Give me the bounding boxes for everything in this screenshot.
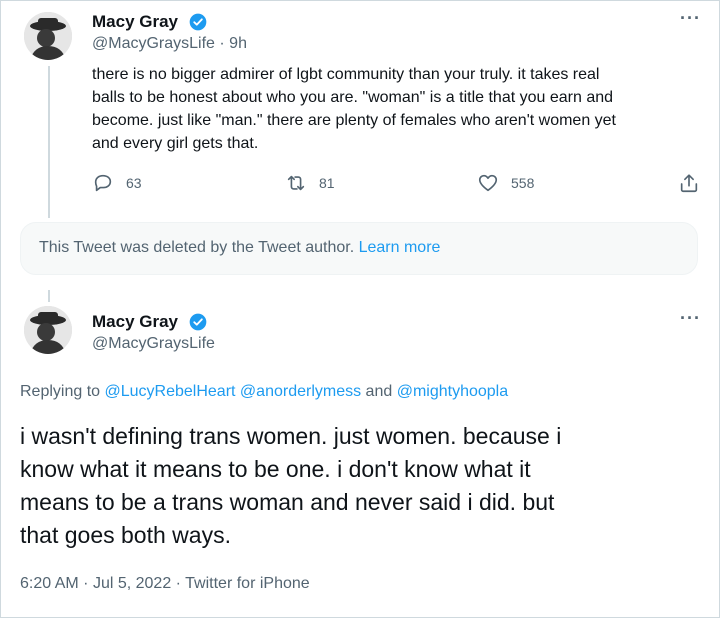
deleted-tweet-notice: This Tweet was deleted by the Tweet auth… [20,222,698,275]
retweet-count: 81 [319,175,335,191]
separator-dot: · [175,575,181,592]
like-button[interactable]: 558 [477,172,534,194]
tweet-text-line: and every girl gets that. [92,135,259,152]
author-name[interactable]: Macy Gray [92,12,178,32]
learn-more-link[interactable]: Learn more [359,239,441,256]
tweet-text-line: balls to be honest about who you are. "w… [92,89,614,106]
tweet-text-line: i wasn't defining trans women. just wome… [20,423,562,449]
tweet-time[interactable]: 9h [229,35,247,52]
avatar[interactable] [24,306,72,354]
reply-count: 63 [126,175,142,191]
retweet-icon [287,175,305,191]
tweet-date[interactable]: Jul 5, 2022 [93,575,171,592]
author-handle-line: @MacyGraysLife · 9h [92,35,247,53]
tweet-text-line: that goes both ways. [20,522,231,548]
more-options-icon[interactable]: ··· [680,8,701,29]
tweet-text: there is no bigger admirer of lgbt commu… [92,63,616,155]
tweet-timestamp[interactable]: 6:20 AM [20,575,79,592]
thread-line [48,290,50,302]
share-icon [680,174,698,193]
reply-icon [94,174,112,192]
profile-photo-icon [24,12,72,60]
mention-link[interactable]: @mightyhoopla [397,383,508,400]
verified-badge-icon [189,313,207,331]
share-button[interactable] [678,172,712,194]
retweet-button[interactable]: 81 [285,172,335,194]
tweet-text: i wasn't defining trans women. just wome… [20,420,700,552]
reply-button[interactable]: 63 [92,172,142,194]
avatar[interactable] [24,12,72,60]
tweet-text-line: means to be a trans woman and never said… [20,489,555,515]
heart-icon [478,174,498,192]
tweet-text-line: there is no bigger admirer of lgbt commu… [92,66,600,83]
verified-badge-icon [189,13,207,31]
replying-to-prefix: Replying to [20,383,101,400]
tweet-metadata: 6:20 AM · Jul 5, 2022 · Twitter for iPho… [20,575,310,593]
separator-dot: · [219,35,225,52]
tweet-source[interactable]: Twitter for iPhone [185,575,310,592]
more-options-icon[interactable]: ··· [680,308,701,329]
separator-dot: · [83,575,89,592]
like-count: 558 [511,175,535,191]
replying-to: Replying to @LucyRebelHeart @anorderlyme… [20,383,508,401]
replying-to-and: and [365,383,393,400]
author-handle[interactable]: @MacyGraysLife [92,335,215,353]
author-handle[interactable]: @MacyGraysLife [92,35,215,52]
deleted-notice-text: This Tweet was deleted by the Tweet auth… [39,239,355,256]
tweet-text-line: know what it means to be one. i don't kn… [20,456,531,482]
tweet-text-line: become. just like "man." there are plent… [92,112,616,129]
thread-line [48,66,50,218]
mention-link[interactable]: @LucyRebelHeart [105,383,236,400]
profile-photo-icon [24,306,72,354]
author-name[interactable]: Macy Gray [92,312,178,332]
mention-link[interactable]: @anorderlymess [240,383,361,400]
